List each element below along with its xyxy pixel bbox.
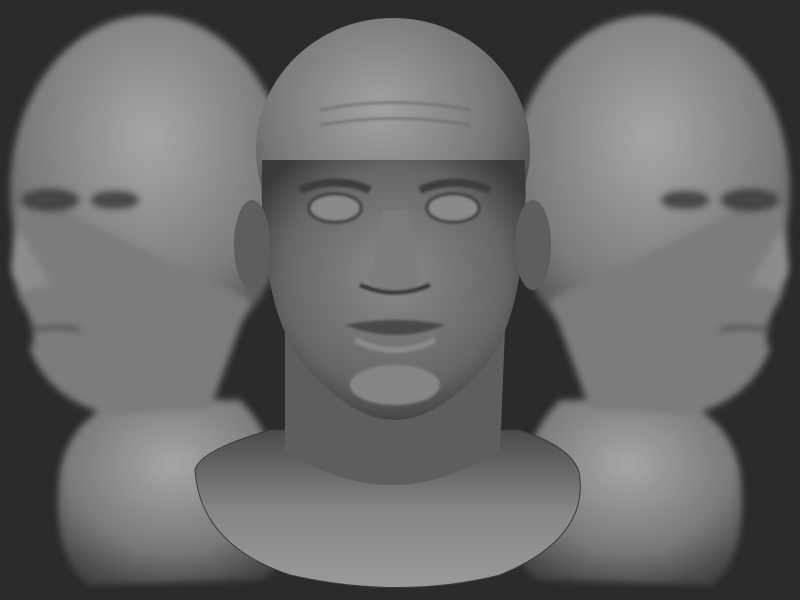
right-ear bbox=[515, 200, 551, 290]
left-eye bbox=[307, 192, 363, 224]
sculpt-render bbox=[0, 0, 800, 600]
right-eye bbox=[425, 192, 481, 224]
render-canvas bbox=[0, 0, 800, 600]
left-ear bbox=[234, 200, 270, 290]
